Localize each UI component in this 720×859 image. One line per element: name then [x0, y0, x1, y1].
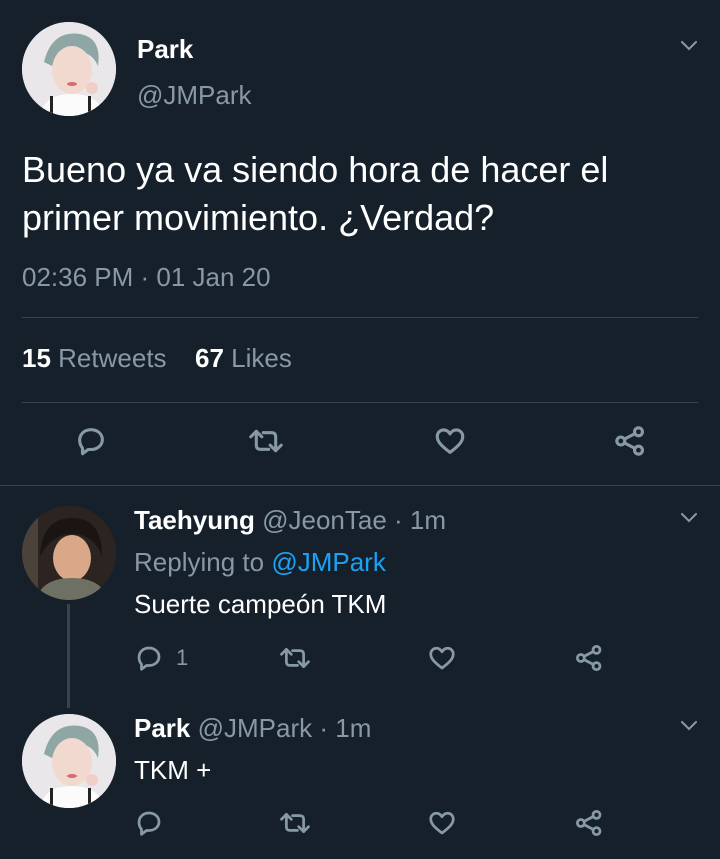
reply-time[interactable]: · 1m — [319, 713, 371, 743]
chevron-down-icon[interactable] — [681, 513, 697, 523]
chevron-down-icon[interactable] — [681, 721, 697, 731]
divider — [22, 317, 698, 318]
reply-header: Park @JMPark · 1m — [134, 713, 371, 744]
replying-to: Replying to @JMPark — [134, 547, 386, 578]
share-icon[interactable] — [612, 424, 648, 458]
retweets-label[interactable]: Retweets — [58, 343, 166, 373]
avatar[interactable] — [22, 22, 116, 116]
reply-count: 1 — [176, 645, 189, 670]
display-name[interactable]: Park — [134, 713, 190, 743]
display-name[interactable]: Park — [137, 34, 193, 65]
user-handle[interactable]: @JMPark — [198, 713, 313, 743]
avatar[interactable] — [22, 506, 116, 600]
reply-time[interactable]: · 1m — [394, 505, 446, 535]
retweet-icon[interactable] — [279, 808, 311, 838]
replying-to-label: Replying to — [134, 547, 265, 577]
likes-label[interactable]: Likes — [231, 343, 292, 373]
share-icon[interactable] — [573, 808, 605, 838]
section-divider — [0, 485, 720, 486]
chevron-down-icon[interactable] — [681, 41, 697, 51]
divider — [22, 402, 698, 403]
tweet-stats: 15 Retweets 67 Likes — [22, 343, 292, 374]
reply-icon[interactable] — [134, 808, 164, 838]
tweet-text: Bueno ya va siendo hora de hacer el prim… — [22, 149, 609, 238]
like-icon[interactable] — [426, 808, 458, 838]
like-icon[interactable] — [426, 643, 458, 673]
retweet-icon[interactable] — [248, 424, 284, 458]
reply-icon — [137, 646, 161, 671]
avatar[interactable] — [22, 714, 116, 808]
reply-text: Suerte campeón TKM — [134, 589, 387, 619]
user-handle[interactable]: @JeonTae — [262, 505, 387, 535]
reply-button[interactable]: 1 — [134, 643, 188, 673]
retweet-icon[interactable] — [279, 643, 311, 673]
reply-icon[interactable] — [74, 424, 108, 458]
likes-count[interactable]: 67 — [195, 343, 224, 373]
display-name[interactable]: Taehyung — [134, 505, 255, 535]
like-icon[interactable] — [432, 424, 468, 458]
reply-header: Taehyung @JeonTae · 1m — [134, 505, 446, 536]
thread-line — [67, 604, 70, 708]
retweets-count[interactable]: 15 — [22, 343, 51, 373]
share-icon[interactable] — [573, 643, 605, 673]
user-handle[interactable]: @JMPark — [137, 80, 252, 111]
replying-to-handle[interactable]: @JMPark — [271, 547, 386, 577]
tweet-timestamp[interactable]: 02:36 PM · 01 Jan 20 — [22, 262, 271, 293]
reply-text: TKM + — [134, 755, 212, 785]
